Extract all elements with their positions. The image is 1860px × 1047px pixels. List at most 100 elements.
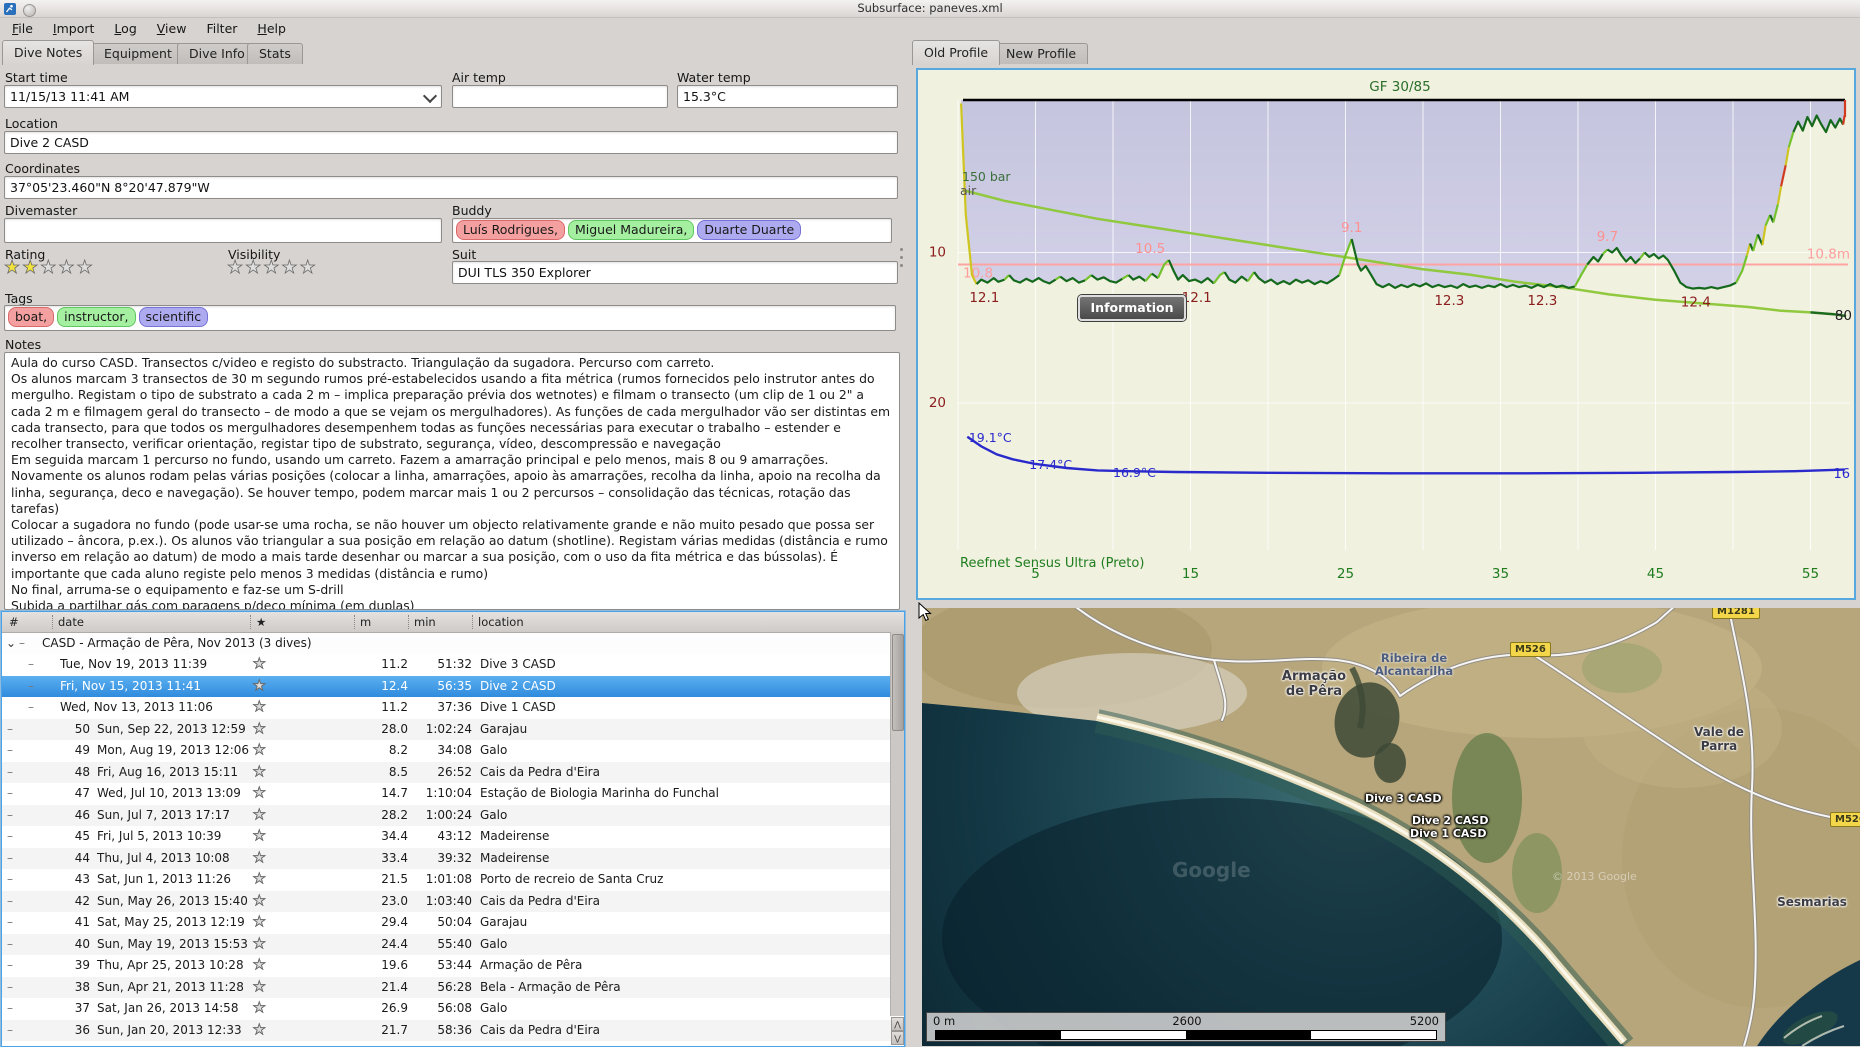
start-time-input[interactable]: [4, 85, 442, 108]
dive-depth: 21.4: [381, 979, 408, 994]
road-badge-m1281: M1281: [1712, 608, 1760, 619]
panel-splitter-handle[interactable]: [900, 248, 904, 272]
table-row[interactable]: –43 Sat, Jun 1, 2013 11:26 ★ ★ ★ ★ ★ 21.5 1:01:0…: [2, 869, 904, 891]
dive-list-scrollbar[interactable]: [890, 632, 904, 1016]
tab-stats[interactable]: Stats: [247, 43, 303, 64]
star-icon[interactable]: ★: [76, 257, 95, 278]
table-row[interactable]: –46 Sun, Jul 7, 2013 17:17 ★ ★ ★ ★ ★ 28.2 1:00:2…: [2, 804, 904, 827]
visibility-stars[interactable]: ★★★★★: [227, 257, 318, 278]
star-icon[interactable]: ★: [253, 697, 267, 719]
table-row[interactable]: – Tue, Nov 19, 2013 11:39 ★ ★ ★ ★ ★ 11.2 51:32 Di…: [2, 654, 904, 676]
scroll-up-button[interactable]: ⋀: [891, 1017, 904, 1031]
air-temp-input[interactable]: [452, 85, 668, 108]
star-icon[interactable]: ★: [58, 257, 76, 278]
table-row[interactable]: –45 Fri, Jul 5, 2013 10:39 ★ ★ ★ ★ ★ 34.4 43:12 M…: [2, 826, 904, 848]
rating-stars[interactable]: ★★★★★: [4, 257, 95, 278]
col-number[interactable]: #: [4, 615, 19, 629]
star-icon[interactable]: ★: [253, 869, 267, 891]
table-row[interactable]: – Fri, Nov 15, 2013 11:41 ★ ★ ★ ★ ★ 12.4 56:35 Di…: [2, 675, 904, 698]
star-icon[interactable]: ★: [253, 848, 267, 870]
tree-branch: –: [7, 807, 13, 822]
tab-old-profile[interactable]: Old Profile: [912, 40, 1001, 65]
table-row[interactable]: –49 Mon, Aug 19, 2013 12:06 ★ ★ ★ ★ ★ 8.2 34:08 G…: [2, 740, 904, 762]
star-icon[interactable]: ★: [253, 934, 267, 956]
dive-site-label-1: Dive 1 CASD: [1410, 827, 1487, 840]
svg-text:Reefnet Sensus Ultra (Preto): Reefnet Sensus Ultra (Preto): [960, 556, 1144, 571]
table-row[interactable]: –36 Sun, Jan 20, 2013 12:33 ★ ★ ★ ★ ★ 21.7 58:36…: [2, 1019, 904, 1042]
col-depth[interactable]: m: [354, 615, 371, 629]
tags-input[interactable]: boat, instructor, scientific: [4, 305, 896, 331]
table-row[interactable]: –42 Sun, May 26, 2013 15:40 ★ ★ ★ ★ ★ 23.0 1:03:…: [2, 890, 904, 913]
svg-text:15: 15: [1182, 566, 1199, 582]
star-icon[interactable]: ★: [253, 826, 267, 848]
star-icon[interactable]: ★: [245, 257, 263, 278]
svg-text:19.1°C: 19.1°C: [969, 430, 1012, 445]
road-badge-m526-south: M526: [1830, 812, 1860, 827]
table-row[interactable]: –47 Wed, Jul 10, 2013 13:09 ★ ★ ★ ★ ★ 14.7 1:10:…: [2, 783, 904, 805]
information-button[interactable]: Information: [1078, 295, 1186, 321]
star-icon[interactable]: ★: [253, 977, 267, 999]
star-icon[interactable]: ★: [253, 955, 267, 977]
menu-filter[interactable]: Filter: [196, 18, 247, 39]
star-icon[interactable]: ★: [253, 740, 267, 762]
star-icon[interactable]: ★: [253, 676, 267, 698]
menu-help[interactable]: Help: [247, 18, 296, 39]
star-icon[interactable]: ★: [4, 257, 22, 278]
star-icon[interactable]: ★: [22, 257, 40, 278]
coordinates-input[interactable]: [4, 176, 898, 199]
star-icon[interactable]: ★: [253, 783, 267, 805]
tree-branch: –: [7, 743, 13, 757]
menu-view[interactable]: View: [147, 18, 197, 39]
menu-log[interactable]: Log: [104, 18, 146, 39]
col-rating[interactable]: ★: [250, 615, 266, 629]
divemaster-input[interactable]: [4, 218, 442, 243]
col-location[interactable]: location: [472, 615, 524, 629]
dive-site-map[interactable]: Armação de Pêra Ribeira de Alcantarilha …: [922, 608, 1860, 1046]
star-icon[interactable]: ★: [253, 719, 267, 741]
tab-dive-notes[interactable]: Dive Notes: [2, 40, 95, 65]
star-icon[interactable]: ★: [299, 257, 318, 278]
table-row[interactable]: –38 Sun, Apr 21, 2013 11:28 ★ ★ ★ ★ ★ 21.4 56:28…: [2, 976, 904, 999]
notes-input[interactable]: Aula do curso CASD. Transectos c/video e…: [4, 352, 900, 610]
star-icon[interactable]: ★: [227, 257, 245, 278]
table-row[interactable]: –41 Sat, May 25, 2013 12:19 ★ ★ ★ ★ ★ 29.4 50:04…: [2, 912, 904, 934]
star-icon[interactable]: ★: [253, 805, 267, 827]
dive-trip-group-row[interactable]: ⌄ – CASD - Armação de Pêra, Nov 2013 (3 …: [2, 633, 904, 654]
table-row[interactable]: –44 Thu, Jul 4, 2013 10:08 ★ ★ ★ ★ ★ 33.4 39:32 M…: [2, 847, 904, 870]
suit-label: Suit: [452, 247, 477, 262]
svg-text:45: 45: [1647, 566, 1664, 582]
tab-equipment[interactable]: Equipment: [92, 43, 184, 64]
table-row[interactable]: –39 Thu, Apr 25, 2013 10:28 ★ ★ ★ ★ ★ 19.6 53:44…: [2, 955, 904, 977]
star-icon[interactable]: ★: [253, 891, 267, 913]
window-button[interactable]: [23, 4, 36, 17]
table-row[interactable]: –37 Sat, Jan 26, 2013 14:58 ★ ★ ★ ★ ★ 26.9 56:08…: [2, 998, 904, 1020]
table-row[interactable]: –50 Sun, Sep 22, 2013 12:59 ★ ★ ★ ★ ★ 28.0 1:02:…: [2, 718, 904, 741]
tab-new-profile[interactable]: New Profile: [994, 43, 1089, 64]
buddy-input[interactable]: Luís Rodrigues, Miguel Madureira, Duarte D…: [452, 218, 892, 243]
star-icon[interactable]: ★: [281, 257, 299, 278]
star-icon[interactable]: ★: [253, 762, 267, 784]
star-icon[interactable]: ★: [253, 912, 267, 934]
star-icon[interactable]: ★: [253, 1020, 267, 1042]
dive-date: Tue, Nov 19, 2013 11:39: [60, 657, 208, 671]
collapse-icon[interactable]: ⌄: [6, 633, 16, 654]
table-row[interactable]: – Wed, Nov 13, 2013 11:06 ★ ★ ★ ★ ★ 11.2 37:36 Di…: [2, 697, 904, 719]
table-row[interactable]: –48 Fri, Aug 16, 2013 15:11 ★ ★ ★ ★ ★ 8.5 26:52 C…: [2, 761, 904, 784]
star-icon[interactable]: ★: [40, 257, 58, 278]
scrollbar-thumb[interactable]: [892, 634, 904, 731]
location-input[interactable]: [4, 131, 898, 154]
water-temp-input[interactable]: [677, 85, 898, 108]
scroll-down-button[interactable]: ⋁: [891, 1031, 904, 1045]
table-row[interactable]: –40 Sun, May 19, 2013 15:53 ★ ★ ★ ★ ★ 24.4 55:40…: [2, 933, 904, 956]
suit-input[interactable]: [452, 261, 898, 284]
menu-file[interactable]: File: [2, 18, 43, 39]
star-icon[interactable]: ★: [253, 654, 267, 676]
tab-dive-info[interactable]: Dive Info: [177, 43, 257, 64]
col-duration[interactable]: min: [408, 615, 436, 629]
col-date[interactable]: date: [52, 615, 84, 629]
star-icon[interactable]: ★: [263, 257, 281, 278]
menu-import[interactable]: Import: [43, 18, 105, 39]
star-icon[interactable]: ★: [253, 998, 267, 1020]
tree-branch: –: [7, 893, 13, 908]
dive-location: Galo: [480, 1001, 508, 1015]
